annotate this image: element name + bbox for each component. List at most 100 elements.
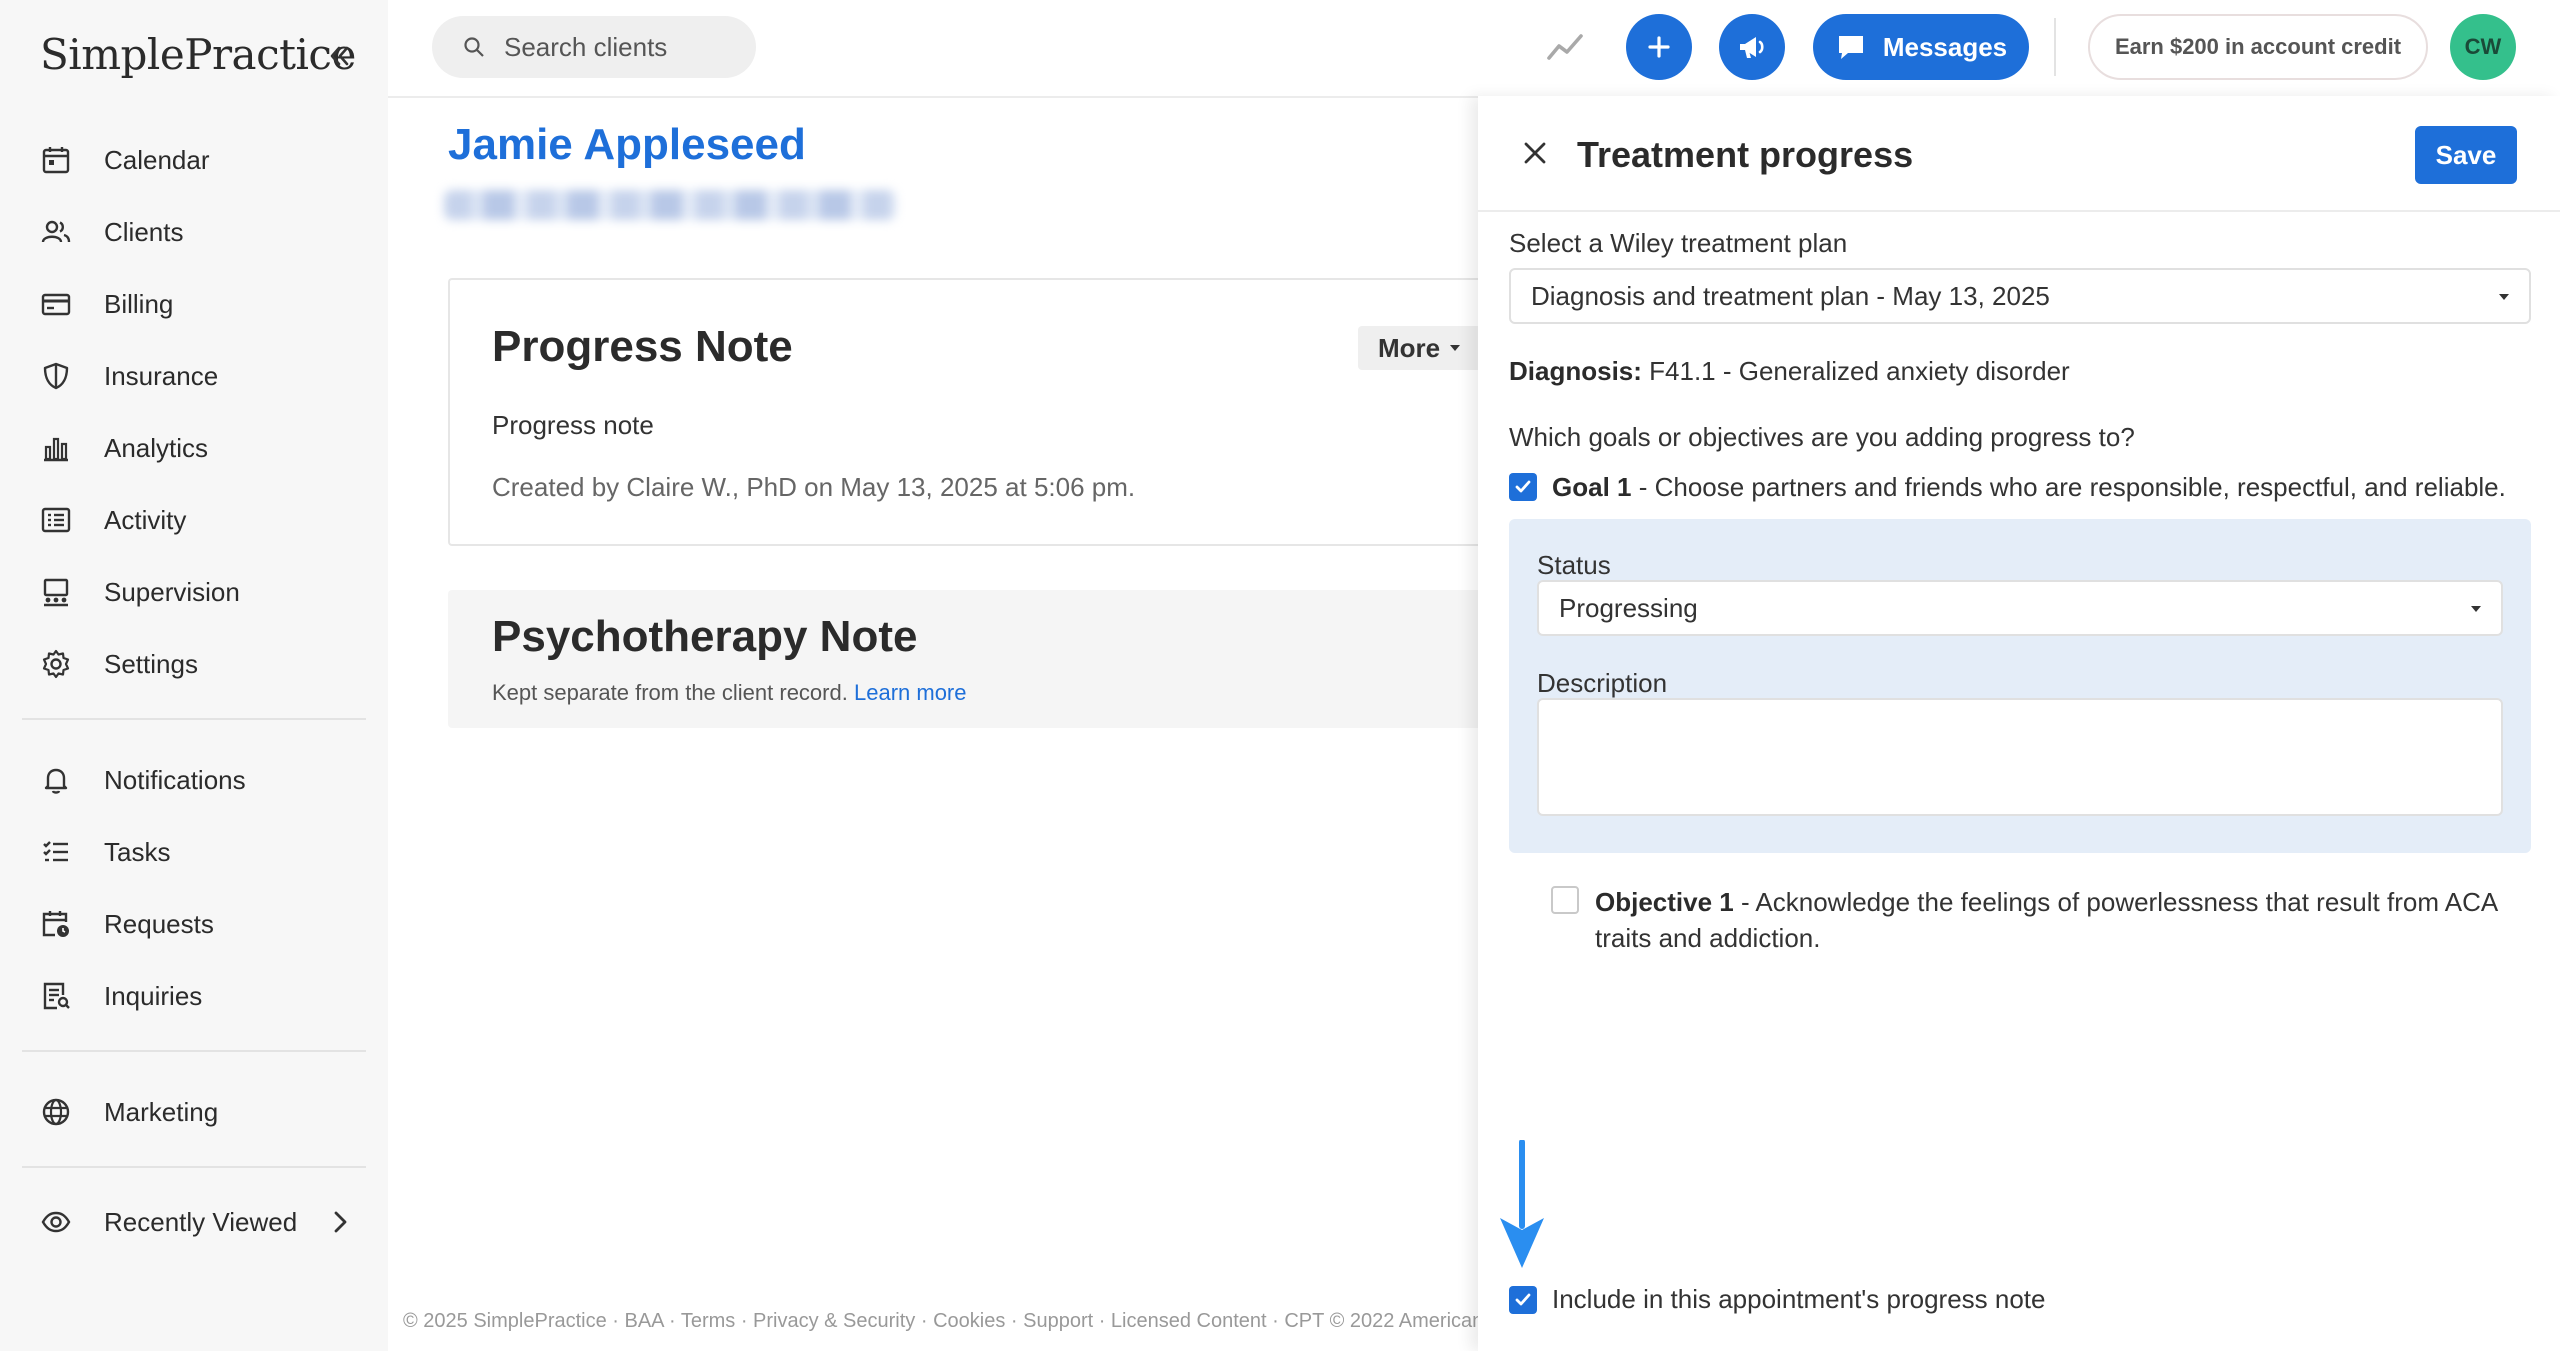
objective1-text: Objective 1 - Acknowledge the feelings o… [1595,884,2525,956]
description-textarea[interactable] [1537,698,2503,816]
annotation-arrow-icon [1496,1140,1548,1270]
goal1-checkbox[interactable] [1509,473,1537,501]
description-label: Description [1537,668,1668,698]
trending-chart-icon[interactable] [1545,28,1585,68]
progress-note-subtitle: Progress note [492,410,654,440]
status-label: Status [1537,550,1611,580]
progress-note-created: Created by Claire W., PhD on May 13, 202… [492,472,1136,502]
chevron-right-icon[interactable] [326,1208,354,1236]
include-in-progress-note-checkbox[interactable] [1509,1286,1537,1314]
diagnosis-line: Diagnosis: F41.1 - Generalized anxiety d… [1509,356,2070,387]
shield-icon [40,360,72,392]
footer: © 2025 SimplePractice · BAA · Terms · Pr… [403,1310,1478,1332]
more-dropdown-button[interactable]: More [1358,326,1478,370]
messages-button[interactable]: Messages [1813,14,2029,80]
inquiries-icon [40,980,72,1012]
sidebar-item-label: Activity [104,504,187,535]
goal1-description: - Choose partners and friends who are re… [1631,472,2506,502]
announcements-button[interactable] [1719,14,1785,80]
checkmark-icon [1513,477,1533,497]
status-select[interactable]: Progressing [1537,580,2503,636]
sidebar-item-label: Clients [104,216,184,247]
activity-list-icon [40,504,72,536]
sidebar-divider [22,1050,366,1052]
megaphone-icon [1736,31,1768,63]
gear-icon [40,648,72,680]
search-box[interactable] [432,16,756,78]
psychotherapy-note-text: Kept separate from the client record. [492,680,848,705]
sidebar-item-label: Marketing [104,1096,219,1127]
sidebar-item-tasks[interactable]: Tasks [40,824,170,880]
sidebar-item-label: Analytics [104,432,209,463]
caret-down-icon [2497,292,2511,302]
calendar-icon [40,144,72,176]
objective1-checkbox[interactable] [1551,886,1579,914]
panel-title: Treatment progress [1577,134,1914,175]
psychotherapy-note-title: Psychotherapy Note [492,612,918,661]
calendar-request-icon [40,908,72,940]
sidebar-divider [22,1166,366,1168]
sidebar-item-clients[interactable]: Clients [40,204,183,260]
search-input[interactable] [504,31,734,63]
learn-more-link[interactable]: Learn more [854,680,967,705]
treatment-plan-select[interactable]: Diagnosis and treatment plan - May 13, 2… [1509,268,2531,324]
topbar-separator [2054,18,2056,76]
chat-bubble-icon [1835,31,1867,63]
objective1-label: Objective 1 [1595,887,1734,917]
psychotherapy-note-description: Kept separate from the client record. Le… [492,680,967,706]
sidebar-item-insurance[interactable]: Insurance [40,348,218,404]
more-label: More [1378,332,1441,363]
treatment-plan-label: Select a Wiley treatment plan [1509,228,1848,258]
sidebar-item-analytics[interactable]: Analytics [40,420,208,476]
sidebar-item-label: Requests [104,908,214,939]
app-logo[interactable]: SimplePractice [40,30,356,79]
status-value: Progressing [1559,592,1698,623]
sidebar-item-marketing[interactable]: Marketing [40,1084,218,1140]
sidebar-item-calendar[interactable]: Calendar [40,132,210,188]
sidebar: SimplePractice Calendar Clients Billing … [0,0,388,1351]
treatment-plan-value: Diagnosis and treatment plan - May 13, 2… [1531,280,2050,311]
sidebar-item-notifications[interactable]: Notifications [40,752,246,808]
add-button[interactable] [1626,14,1692,80]
sidebar-item-billing[interactable]: Billing [40,276,173,332]
search-icon [462,35,486,59]
eye-icon [40,1206,72,1238]
redacted-client-details [444,190,896,220]
panel-header-divider [1478,210,2560,212]
sidebar-item-recently-viewed[interactable]: Recently Viewed [40,1194,297,1250]
sidebar-item-label: Insurance [104,360,219,391]
bell-icon [40,764,72,796]
diagnosis-value: F41.1 - Generalized anxiety disorder [1649,356,2070,386]
topbar-divider [388,96,1478,98]
clients-icon [40,216,72,248]
sidebar-item-label: Tasks [104,836,171,867]
goal1-text: Goal 1 - Choose partners and friends who… [1552,472,2506,503]
client-name[interactable]: Jamie Appleseed [448,120,806,170]
sidebar-item-supervision[interactable]: Supervision [40,564,240,620]
sidebar-item-label: Supervision [104,576,240,607]
plus-icon [1645,33,1673,61]
save-button[interactable]: Save [2415,126,2517,184]
sidebar-item-inquiries[interactable]: Inquiries [40,968,202,1024]
sidebar-item-label: Notifications [104,764,246,795]
close-icon[interactable] [1518,136,1552,170]
sidebar-item-requests[interactable]: Requests [40,896,214,952]
goal1-label: Goal 1 [1552,472,1632,502]
caret-down-icon [2469,604,2483,614]
goals-question: Which goals or objectives are you adding… [1509,422,2135,452]
sidebar-item-activity[interactable]: Activity [40,492,186,548]
sidebar-item-label: Settings [104,648,198,679]
sidebar-divider [22,718,366,720]
avatar[interactable]: CW [2450,14,2516,80]
messages-label: Messages [1882,31,2008,62]
collapse-sidebar-icon[interactable] [323,40,355,72]
checkmark-icon [1513,1290,1533,1310]
tasks-checklist-icon [40,836,72,868]
sidebar-item-settings[interactable]: Settings [40,636,198,692]
diagnosis-label: Diagnosis: [1509,356,1642,386]
caret-down-icon [1448,343,1462,353]
earn-credit-button[interactable]: Earn $200 in account credit [2088,14,2428,80]
sidebar-item-label: Billing [104,288,174,319]
sidebar-item-label: Calendar [104,144,210,175]
include-in-progress-note-label: Include in this appointment's progress n… [1552,1284,2046,1314]
